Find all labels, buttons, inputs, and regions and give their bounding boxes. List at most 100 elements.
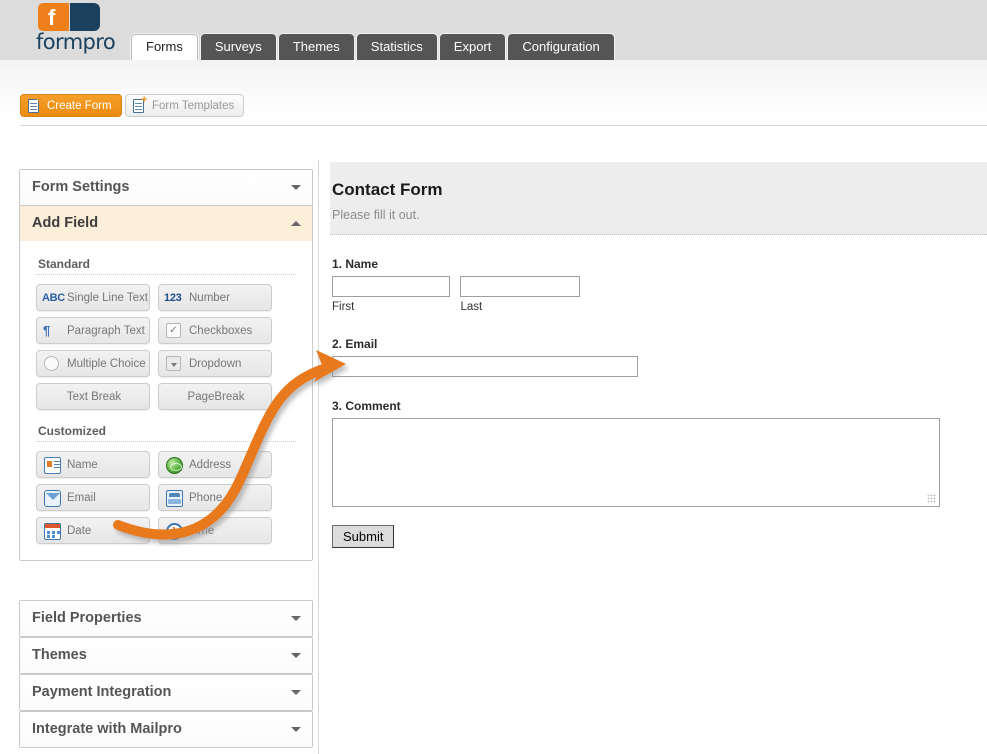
panel-payment-integration-label: Payment Integration	[32, 684, 172, 700]
customized-field-email-button[interactable]: Email	[36, 484, 150, 511]
panel-themes-header[interactable]: Themes	[20, 638, 312, 673]
form-templates-button[interactable]: + Form Templates	[125, 94, 245, 117]
document-plus-icon: +	[28, 95, 42, 114]
chevron-up-icon[interactable]	[291, 221, 301, 226]
field-label: Email	[67, 492, 96, 504]
field-button-text-break[interactable]: Text Break	[36, 383, 150, 410]
panel-form-settings-header[interactable]: Form Settings	[20, 170, 312, 205]
tab-surveys[interactable]: Surveys	[200, 34, 276, 60]
123-icon: 123	[164, 292, 182, 304]
logo-f-glyph: f	[48, 5, 56, 30]
calendar-icon	[44, 523, 61, 540]
customized-field-phone-button[interactable]: Phone	[158, 484, 272, 511]
name-last-label: Last	[460, 301, 483, 313]
customized-section-label: Customized	[38, 424, 107, 438]
question-label: 1. Name	[332, 257, 379, 271]
resize-grip-icon[interactable]	[927, 494, 936, 503]
field-button-number[interactable]: 123 Number	[158, 284, 272, 311]
chevron-down-icon[interactable]	[291, 616, 301, 621]
customized-field-date-button[interactable]: Date	[36, 517, 150, 544]
phone-icon	[166, 490, 183, 507]
question-label: 2. Email	[332, 337, 378, 351]
customized-field-time-button[interactable]: Time	[158, 517, 272, 544]
form-preview-header: Contact Form Please fill it out.	[330, 162, 987, 235]
panel-themes-label: Themes	[32, 647, 87, 663]
field-button-multiple-choice[interactable]: Multiple Choice	[36, 350, 150, 377]
name-first-label: First	[332, 301, 355, 313]
toolbar-divider	[20, 125, 987, 126]
chevron-down-icon[interactable]	[291, 185, 301, 190]
question-name: 1. Name First Last	[330, 257, 987, 315]
chevron-down-icon[interactable]	[291, 653, 301, 658]
customized-field-name-button[interactable]: Name	[36, 451, 150, 478]
question-label: 3. Comment	[332, 399, 401, 413]
panel-payment-integration: Payment Integration	[19, 674, 313, 711]
panel-field-properties-label: Field Properties	[32, 610, 142, 626]
globe-icon	[166, 457, 183, 474]
preview-comment-textarea[interactable]	[332, 418, 940, 507]
field-label: Number	[189, 292, 230, 304]
panel-add-field-header[interactable]: Add Field	[20, 206, 312, 241]
field-label: Paragraph Text	[67, 325, 145, 337]
customized-field-address-button[interactable]: Address	[158, 451, 272, 478]
panel-field-properties: Field Properties	[19, 600, 313, 637]
contact-card-icon	[44, 457, 61, 474]
logo-navy-square-fill	[70, 3, 80, 31]
tab-export[interactable]: Export	[439, 34, 506, 60]
question-comment: 3. Comment Submit	[330, 399, 987, 548]
field-label: Checkboxes	[189, 325, 253, 337]
form-templates-label: Form Templates	[152, 100, 235, 112]
field-label: Date	[67, 525, 92, 537]
pilcrow-icon: ¶	[43, 323, 51, 338]
create-form-label: Create Form	[47, 100, 112, 112]
field-label: Text Break	[66, 391, 122, 403]
field-button-dropdown[interactable]: Dropdown	[158, 350, 272, 377]
panel-add-field-body: Standard ABC Single Line Text 123 Number…	[20, 241, 312, 560]
panel-themes: Themes	[19, 637, 313, 674]
field-label: Dropdown	[189, 358, 242, 370]
dropdown-icon	[166, 356, 181, 371]
panel-integrate-with-mailpro-header[interactable]: Integrate with Mailpro	[20, 712, 312, 747]
field-button-pagebreak[interactable]: PageBreak	[158, 383, 272, 410]
name-last-input[interactable]	[460, 276, 581, 297]
standard-field-grid: ABC Single Line Text 123 Number ¶ Paragr…	[36, 284, 296, 410]
field-label: Multiple Choice	[67, 358, 146, 370]
chevron-down-icon[interactable]	[291, 690, 301, 695]
panel-payment-integration-header[interactable]: Payment Integration	[20, 675, 312, 710]
field-label: Phone	[189, 492, 223, 504]
field-button-single-line-text[interactable]: ABC Single Line Text	[36, 284, 150, 311]
chevron-down-icon[interactable]	[291, 727, 301, 732]
standard-section-rule	[36, 274, 296, 275]
panel-integrate-with-mailpro: Integrate with Mailpro	[19, 711, 313, 748]
radio-icon	[44, 356, 59, 371]
field-button-checkboxes[interactable]: ✓ Checkboxes	[158, 317, 272, 344]
field-label: Single Line Text	[67, 292, 148, 304]
preview-email-input[interactable]	[332, 356, 638, 377]
create-form-button[interactable]: + Create Form	[20, 94, 122, 117]
question-email: 2. Email	[330, 337, 987, 377]
abc-icon: ABC	[42, 292, 65, 304]
standard-section-label: Standard	[38, 257, 91, 271]
panel-field-properties-header[interactable]: Field Properties	[20, 601, 312, 636]
formpro-logo[interactable]: f formpro	[20, 2, 120, 57]
panel-add-field: Add Field Standard ABC Single Line Text …	[19, 205, 313, 561]
panel-integrate-with-mailpro-label: Integrate with Mailpro	[32, 721, 182, 737]
document-plus-icon: +	[133, 95, 147, 114]
tab-forms[interactable]: Forms	[131, 34, 198, 60]
form-preview: Contact Form Please fill it out. 1. Name…	[330, 162, 987, 548]
envelope-icon	[44, 490, 61, 507]
field-label: Time	[189, 525, 215, 537]
tab-configuration[interactable]: Configuration	[508, 34, 614, 60]
logo-wordmark: formpro	[36, 30, 116, 54]
name-first-input[interactable]	[332, 276, 450, 297]
clock-icon	[166, 523, 183, 540]
field-button-paragraph-text[interactable]: ¶ Paragraph Text	[36, 317, 150, 344]
tab-statistics[interactable]: Statistics	[356, 34, 437, 60]
field-label: PageBreak	[187, 391, 245, 403]
checkbox-icon: ✓	[166, 323, 181, 338]
panel-form-settings-label: Form Settings	[32, 179, 130, 195]
page-title: Contact Form	[332, 180, 443, 199]
panel-form-settings: Form Settings	[19, 169, 313, 206]
tab-themes[interactable]: Themes	[278, 34, 354, 60]
submit-button[interactable]: Submit	[332, 525, 395, 548]
